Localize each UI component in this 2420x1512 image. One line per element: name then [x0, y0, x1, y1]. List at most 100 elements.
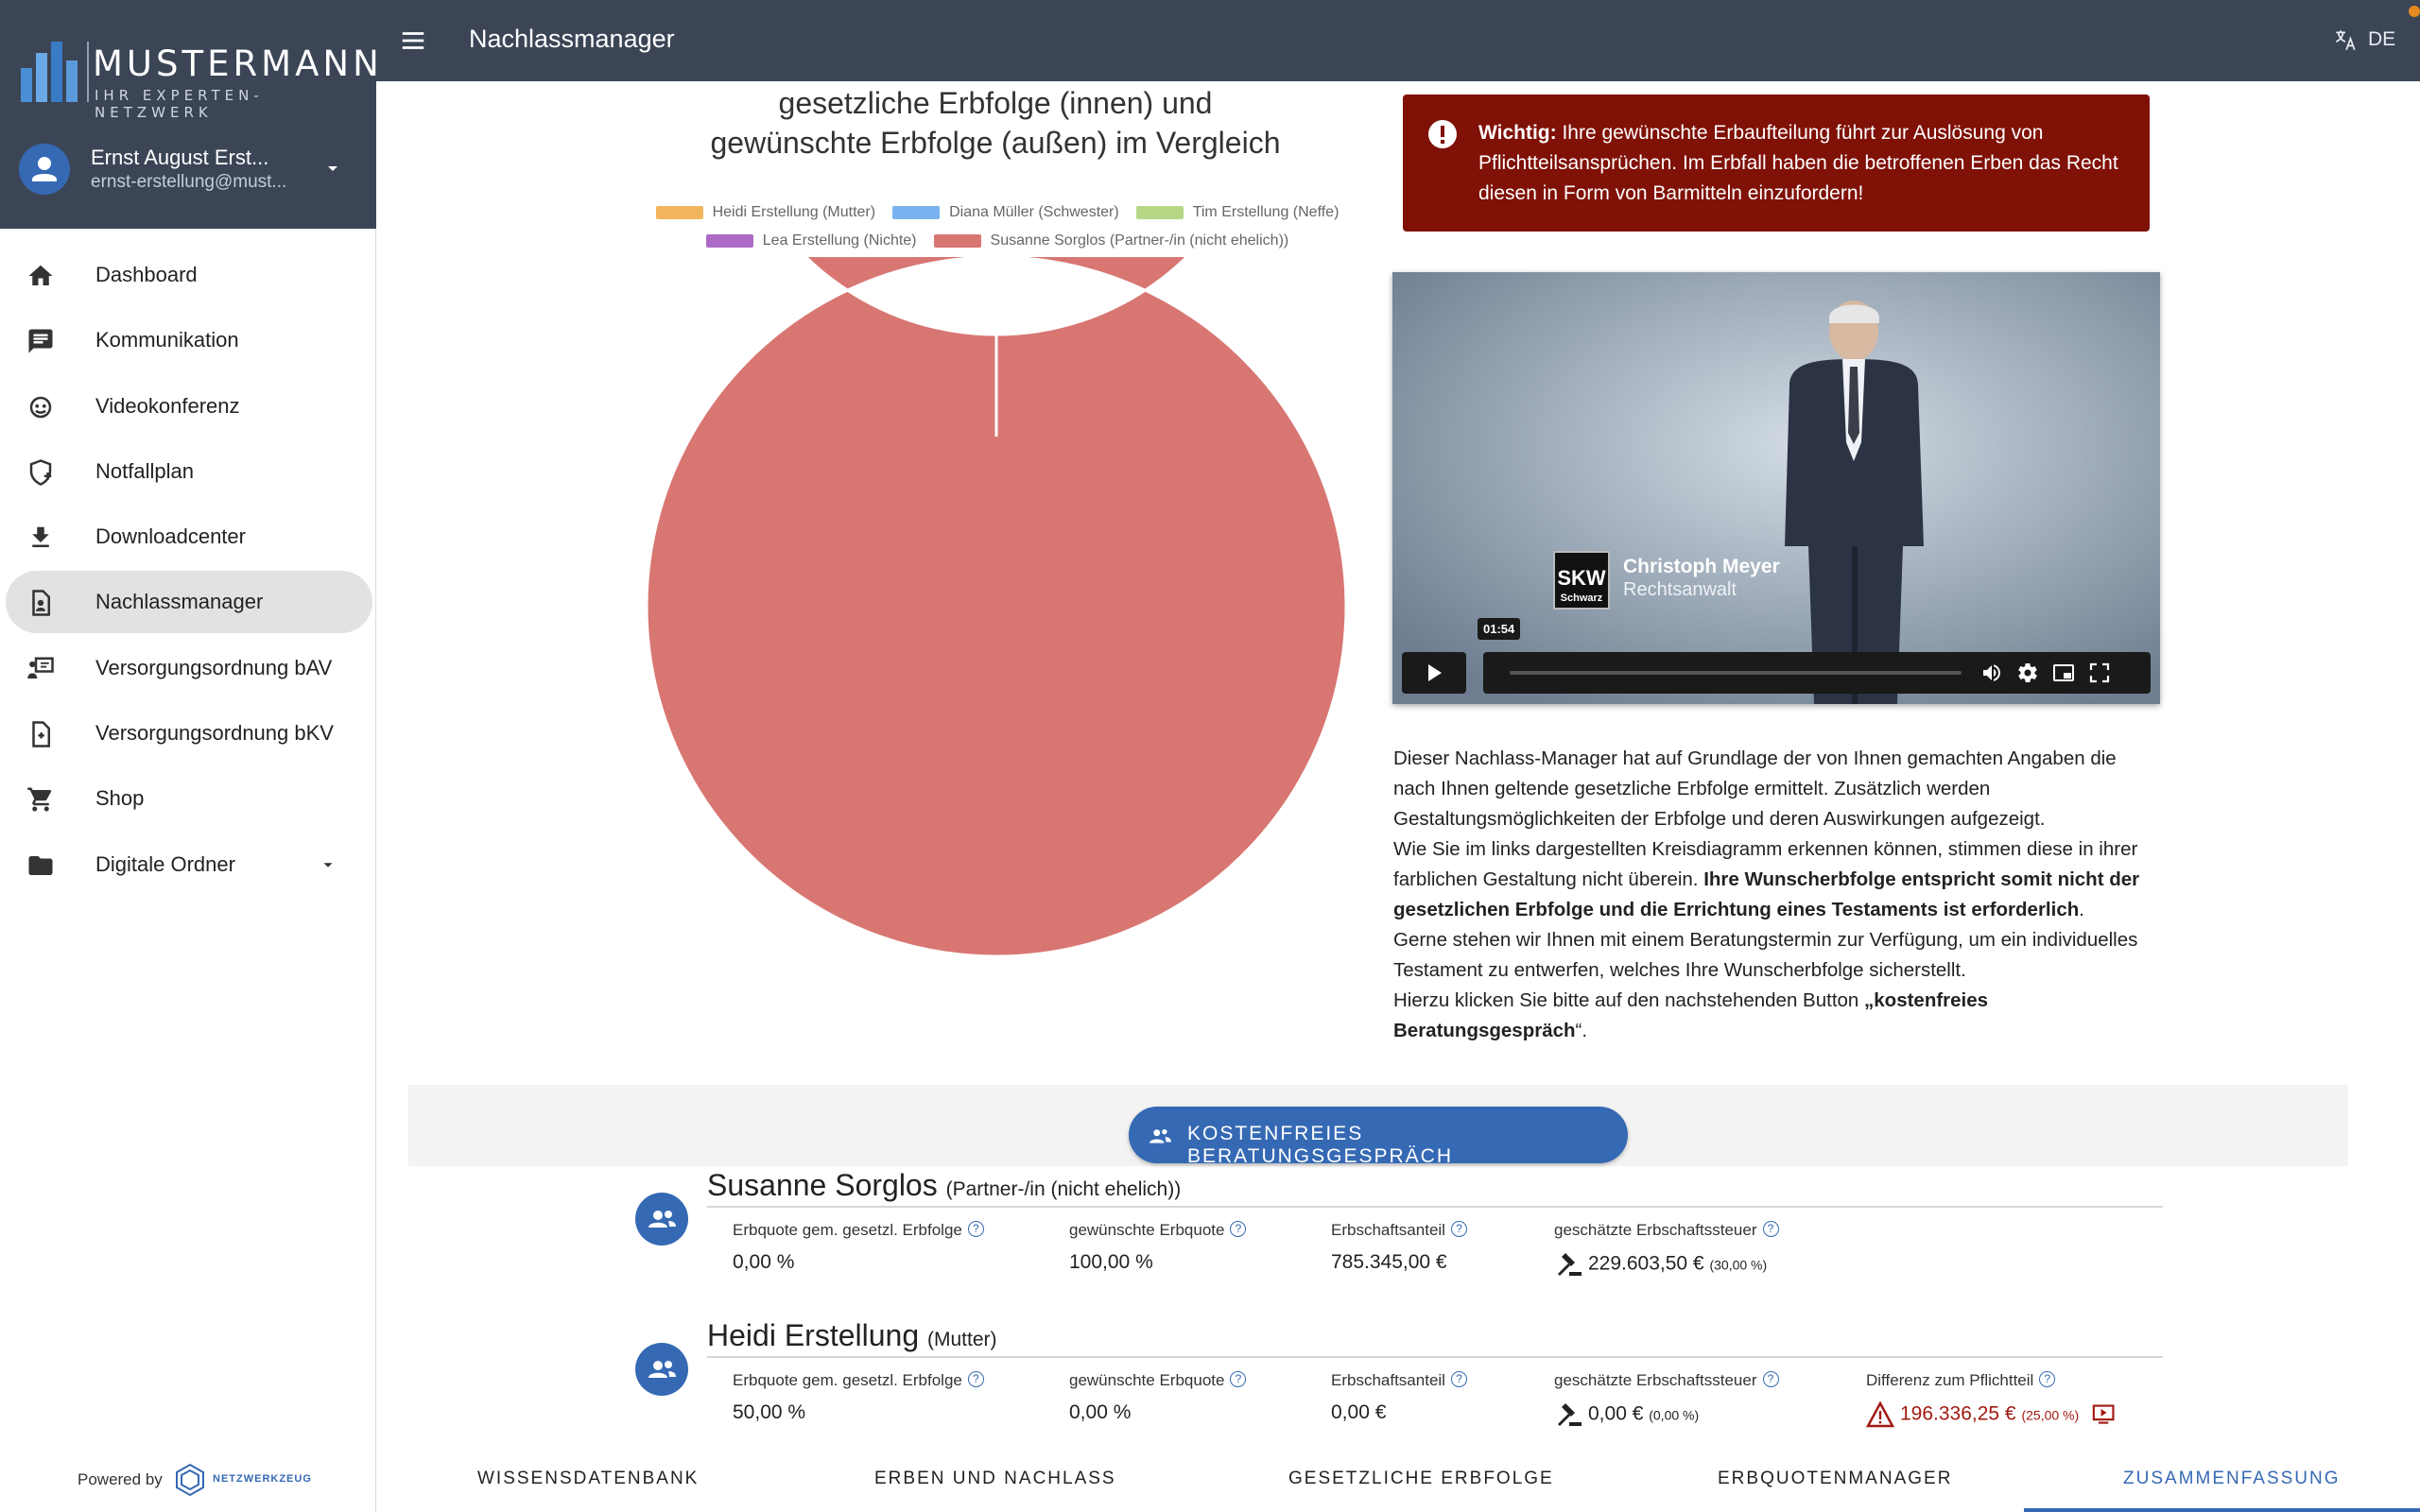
video-progress-bar[interactable] [1510, 671, 1962, 675]
help-icon[interactable]: ? [967, 1221, 984, 1237]
sidebar-item-versorgungsordnung-bkv[interactable]: Versorgungsordnung bKV [6, 702, 372, 765]
gavel-icon [1558, 1403, 1582, 1426]
menu-icon[interactable] [399, 26, 427, 55]
translate-icon[interactable] [2333, 28, 2358, 53]
legend-swatch [933, 234, 981, 248]
help-icon[interactable]: ? [1230, 1371, 1247, 1387]
language-label[interactable]: DE [2368, 28, 2395, 51]
field-value: 196.336,25 € (25,00 %) [1866, 1401, 2122, 1428]
field-label-text: Erbschaftsanteil [1331, 1371, 1445, 1389]
brand-title: MUSTERMANN [93, 43, 383, 84]
legend-item[interactable]: Tim Erstellung (Neffe) [1135, 204, 1339, 221]
chart-title-line-1: gesetzliche Erbfolge (innen) und [778, 86, 1213, 120]
sidebar-item-label: Downloadcenter [95, 524, 246, 549]
sidebar-item-label: Shop [95, 786, 145, 811]
tab-erbquotenmanager[interactable]: ERBQUOTENMANAGER [1718, 1469, 1952, 1489]
sidebar-item-videokonferenz[interactable]: Videokonferenz [6, 375, 372, 438]
help-icon[interactable]: ? [1762, 1371, 1779, 1387]
file-person-icon [32, 590, 50, 617]
field-label: gewünschte Erbquote? [1069, 1371, 1247, 1390]
netzwerkzeug-logo[interactable]: NETZWERKZEUG [173, 1461, 311, 1499]
legend-item[interactable]: Susanne Sorglos (Partner-/in (nicht ehel… [933, 232, 1289, 249]
field-label: geschätzte Erbschaftssteuer? [1554, 1371, 1779, 1390]
sidebar-item-kommunikation[interactable]: Kommunikation [6, 309, 372, 371]
file-health-icon [32, 721, 50, 747]
legend-swatch [892, 206, 941, 219]
chevron-down-icon[interactable] [320, 856, 337, 873]
field-value: 0,00 € (0,00 %) [1554, 1401, 1779, 1428]
tab-wissensdatenbank[interactable]: WISSENSDATENBANK [477, 1469, 699, 1489]
description-text-part: . [2079, 899, 2084, 920]
legend-item[interactable]: Heidi Erstellung (Mutter) [655, 204, 875, 221]
sidebar-item-notfallplan[interactable]: Notfallplan [6, 440, 372, 503]
person-icon [32, 157, 57, 181]
field-share: Erbschaftsanteil? 785.345,00 € [1331, 1221, 1467, 1274]
cart-icon [27, 787, 52, 812]
field-value: 0,00 % [1069, 1401, 1132, 1423]
tab-erben-und-nachlass[interactable]: ERBEN UND NACHLASS [874, 1469, 1116, 1489]
volume-icon[interactable] [1980, 662, 2003, 684]
field-label-text: Erbschaftsanteil [1331, 1221, 1445, 1239]
user-menu[interactable]: Ernst August Erst... ernst-erstellung@mu… [19, 142, 369, 198]
chart-legend: Heidi Erstellung (Mutter) Diana Müller (… [643, 198, 1352, 255]
sidebar-item-versorgungsordnung-bav[interactable]: Versorgungsordnung bAV [6, 637, 372, 699]
help-icon[interactable]: ? [1450, 1371, 1467, 1387]
help-icon[interactable]: ? [1230, 1221, 1247, 1237]
play-icon [1428, 664, 1442, 681]
heir-name-text: Heidi Erstellung [707, 1318, 920, 1352]
tab-gesetzliche-erbfolge[interactable]: GESETZLICHE ERBFOLGE [1288, 1469, 1554, 1489]
sidebar-item-label: Notfallplan [95, 458, 194, 483]
help-icon[interactable]: ? [967, 1371, 984, 1387]
video-play-icon[interactable] [2092, 1403, 2117, 1426]
fullscreen-icon[interactable] [2088, 662, 2111, 684]
field-label-text: gewünschte Erbquote [1069, 1221, 1225, 1239]
sidebar-nav: Dashboard Kommunikation Videokonferenz N… [0, 244, 376, 899]
video-controls: 01:54 [1402, 618, 2151, 694]
settings-icon[interactable] [2016, 662, 2039, 684]
people-icon [648, 1211, 676, 1228]
tab-zusammenfassung[interactable]: ZUSAMMENFASSUNG [2123, 1469, 2341, 1489]
sidebar-item-label: Videokonferenz [95, 393, 240, 418]
sidebar-header: MUSTERMANN IHR EXPERTEN-NETZWERK Ernst A… [0, 0, 379, 229]
sidebar-item-dashboard[interactable]: Dashboard [6, 244, 372, 306]
doughnut-chart [647, 257, 1346, 956]
field-value: 229.603,50 € (30,00 %) [1554, 1251, 1779, 1278]
field-legal-quote: Erbquote gem. gesetzl. Erbfolge? 50,00 % [733, 1371, 984, 1424]
field-value: 0,00 % [733, 1251, 795, 1273]
diff-value: 196.336,25 € [1900, 1402, 2016, 1425]
heir-card: Heidi Erstellung (Mutter) Erbquote gem. … [635, 1318, 2163, 1469]
sidebar-item-label: Nachlassmanager [95, 590, 264, 614]
sidebar-item-downloadcenter[interactable]: Downloadcenter [6, 506, 372, 568]
play-button[interactable] [1402, 652, 1466, 694]
description-text-part: “. [1575, 1020, 1588, 1041]
warning-alert: Wichtig: Ihre gewünschte Erbaufteilung f… [1403, 94, 2150, 232]
field-label: geschätzte Erbschaftssteuer? [1554, 1221, 1779, 1240]
skw-logo-text: SKW [1557, 566, 1606, 590]
help-icon[interactable]: ? [2039, 1371, 2056, 1387]
legend-item[interactable]: Lea Erstellung (Nichte) [705, 232, 917, 249]
chart-title: gesetzliche Erbfolge (innen) und gewünsc… [662, 83, 1329, 163]
brand-logo[interactable]: MUSTERMANN IHR EXPERTEN-NETZWERK [19, 34, 379, 121]
legend-label: Susanne Sorglos (Partner-/in (nicht ehel… [990, 232, 1289, 249]
chevron-down-icon[interactable] [323, 159, 342, 178]
sidebar-item-digitale-ordner[interactable]: Digitale Ordner [6, 833, 372, 896]
sidebar-item-nachlassmanager[interactable]: Nachlassmanager [6, 571, 372, 634]
people-icon [1150, 1128, 1171, 1143]
picture-in-picture-icon[interactable] [2052, 662, 2075, 684]
sidebar-item-shop[interactable]: Shop [6, 767, 372, 830]
video-player[interactable]: SKW Schwarz Christoph Meyer Rechtsanwalt … [1392, 272, 2160, 704]
field-label: Erbschaftsanteil? [1331, 1221, 1467, 1240]
sidebar-item-label: Digitale Ordner [95, 851, 235, 876]
help-icon[interactable]: ? [1450, 1221, 1467, 1237]
skw-logo: SKW Schwarz [1553, 551, 1610, 610]
legend-swatch [655, 206, 703, 219]
free-consultation-button[interactable]: KOSTENFREIES BERATUNGSGESPRÄCH [1129, 1107, 1628, 1167]
chart-title-line-2: gewünschte Erbfolge (außen) im Vergleich [710, 126, 1281, 160]
legend-item[interactable]: Diana Müller (Schwester) [892, 204, 1119, 221]
avatar [19, 144, 70, 195]
home-icon [28, 265, 53, 285]
help-icon[interactable]: ? [1762, 1221, 1779, 1237]
divider [707, 1356, 2163, 1358]
field-tax: geschätzte Erbschaftssteuer? 229.603,50 … [1554, 1221, 1779, 1278]
field-label-text: Erbquote gem. gesetzl. Erbfolge [733, 1221, 962, 1239]
